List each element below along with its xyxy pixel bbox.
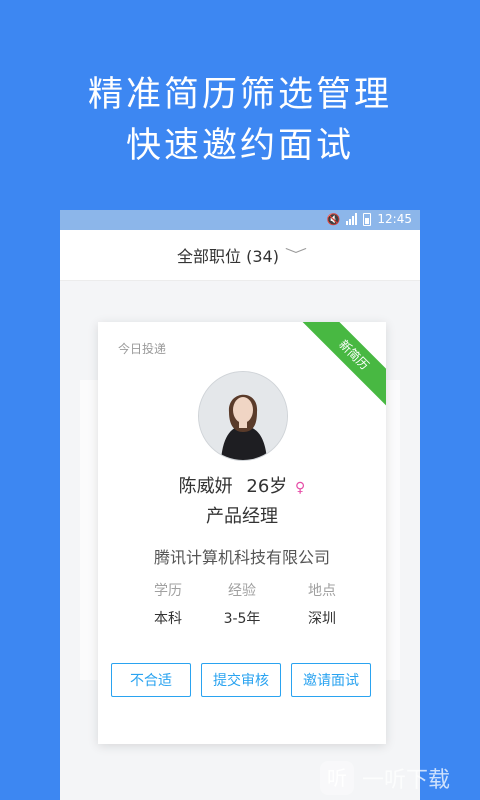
- section-label: 今日投递: [118, 342, 167, 356]
- signal-icon: [346, 213, 358, 225]
- experience-value: 3-5年: [223, 611, 261, 627]
- candidate-name: 陈威妍: [178, 476, 233, 497]
- experience-info: 经验 3-5年: [202, 580, 282, 628]
- watermark: 听 一听下载: [320, 755, 480, 800]
- job-filter-label: 全部职位 (34): [177, 247, 279, 266]
- candidate-name-row: 陈威妍 26岁 ♀: [98, 472, 386, 498]
- status-bar: 🔇 12:45: [60, 210, 420, 230]
- job-filter-dropdown[interactable]: 全部职位 (34) ﹀: [60, 230, 420, 281]
- mute-icon: 🔇: [326, 212, 341, 226]
- candidate-company: 腾讯计算机科技有限公司: [153, 548, 330, 567]
- reject-button[interactable]: 不合适: [111, 663, 191, 697]
- education-label: 学历: [154, 583, 182, 599]
- location-label: 地点: [308, 583, 336, 599]
- education-value: 本科: [154, 611, 182, 627]
- battery-icon: [363, 212, 372, 226]
- status-time: 12:45: [377, 212, 412, 226]
- watermark-text: 一听下载: [362, 767, 451, 793]
- resume-card[interactable]: 今日投递 新简历 陈威妍 26岁 ♀ 产品经理 腾讯计算机科技有限公司 学历 本…: [98, 322, 386, 744]
- female-icon: ♀: [295, 480, 306, 496]
- candidate-position: 产品经理: [206, 506, 278, 527]
- location-info: 地点 深圳: [282, 580, 362, 628]
- submit-review-button[interactable]: 提交审核: [201, 663, 281, 697]
- location-value: 深圳: [308, 611, 336, 627]
- promo-headline-2: 快速邀约面试: [125, 126, 354, 166]
- invite-interview-button[interactable]: 邀请面试: [291, 663, 371, 697]
- phone-screen: 🔇 12:45 全部职位 (34) ﹀ 今日投递 新简历 陈威妍 26岁 ♀ 产…: [60, 210, 420, 800]
- avatar: [198, 371, 288, 461]
- education-info: 学历 本科: [128, 580, 208, 628]
- chevron-down-icon: ﹀: [284, 248, 308, 264]
- experience-label: 经验: [228, 583, 256, 599]
- watermark-logo: 听: [320, 760, 354, 795]
- promo-headline-1: 精准简历筛选管理: [87, 75, 392, 115]
- candidate-age: 26岁: [246, 476, 288, 497]
- new-resume-badge: 新简历: [302, 322, 386, 407]
